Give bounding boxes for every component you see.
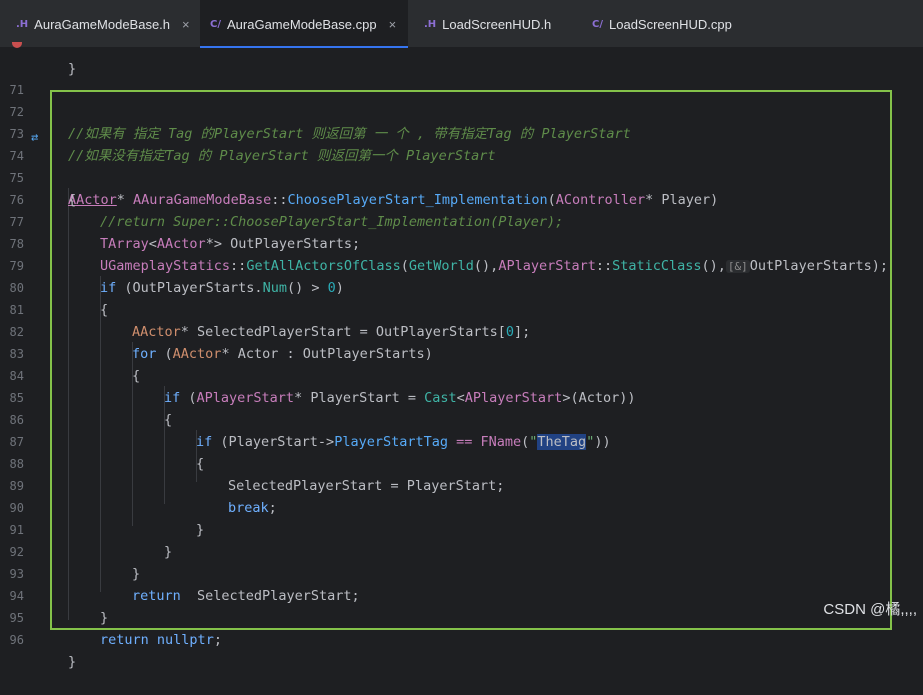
- code-line: 71: [0, 57, 923, 97]
- code-line: 80 {: [0, 255, 923, 318]
- code-line: 89 break;: [0, 453, 923, 516]
- code-line: 94 }: [0, 563, 923, 626]
- code-token: nullptr: [156, 632, 214, 648]
- code-line: 78 UGameplayStatics::GetAllActorsOfClass…: [0, 211, 923, 274]
- code-line: 87 {: [0, 409, 923, 472]
- code-line: 83 {: [0, 321, 923, 384]
- code-line: 96 }: [0, 607, 923, 670]
- code-line: 81 AActor* SelectedPlayerStart = OutPlay…: [0, 277, 923, 340]
- code-line: 95 return nullptr;: [0, 585, 923, 648]
- tab-label: AuraGameModeBase.h: [34, 16, 171, 32]
- cpp-file-icon: C/: [592, 18, 603, 30]
- code-line: 85 {: [0, 365, 923, 428]
- line-number: 96: [9, 633, 24, 647]
- header-file-icon: .H: [16, 18, 29, 30]
- code-line: 86 if (PlayerStart->PlayerStartTag == FN…: [0, 387, 923, 450]
- close-icon[interactable]: ×: [389, 17, 397, 32]
- code-line: 82 for (AActor* Actor : OutPlayerStarts): [0, 299, 923, 362]
- cpp-file-icon: C/: [210, 18, 221, 30]
- code-line: 73 //如果没有指定Tag 的 PlayerStart 则返回第一个 Play…: [0, 101, 923, 164]
- close-icon[interactable]: ×: [182, 17, 190, 32]
- code-line: 91 }: [0, 497, 923, 560]
- header-file-icon: .H: [424, 18, 437, 30]
- watermark: CSDN @橘,,,,: [823, 601, 917, 618]
- code-line: 79 if (OutPlayerStarts.Num() > 0): [0, 233, 923, 296]
- code-line: 84 if (APlayerStart* PlayerStart = Cast<…: [0, 343, 923, 406]
- tab-label: LoadScreenHUD.cpp: [609, 16, 732, 32]
- tab-label: LoadScreenHUD.h: [442, 16, 552, 32]
- code-line: 72 //如果有 指定 Tag 的PlayerStart 则返回第 一 个 , …: [0, 79, 923, 142]
- code-text: }: [68, 654, 77, 670]
- code-line: 92 }: [0, 519, 923, 582]
- code-line: 75 {: [0, 145, 923, 208]
- tab-label: AuraGameModeBase.cpp: [227, 16, 377, 32]
- code-line: 90 }: [0, 475, 923, 538]
- code-editor[interactable]: } 71 72 //如果有 指定 Tag 的PlayerStart 则返回第 一…: [0, 42, 923, 670]
- code-line: 74 ⇄ AActor* AAuraGameModeBase::ChoosePl…: [0, 123, 923, 208]
- code-token: ;: [213, 632, 222, 648]
- code-line: 88 SelectedPlayerStart = PlayerStart;: [0, 431, 923, 494]
- code-token: return: [100, 632, 149, 648]
- code-text: return nullptr;: [100, 629, 222, 651]
- code-line: }: [0, 36, 923, 77]
- code-line: 93 return SelectedPlayerStart;: [0, 541, 923, 604]
- code-line: 76 //return Super::ChoosePlayerStart_Imp…: [0, 167, 923, 230]
- code-line: 77 TArray<AActor*> OutPlayerStarts;: [0, 189, 923, 252]
